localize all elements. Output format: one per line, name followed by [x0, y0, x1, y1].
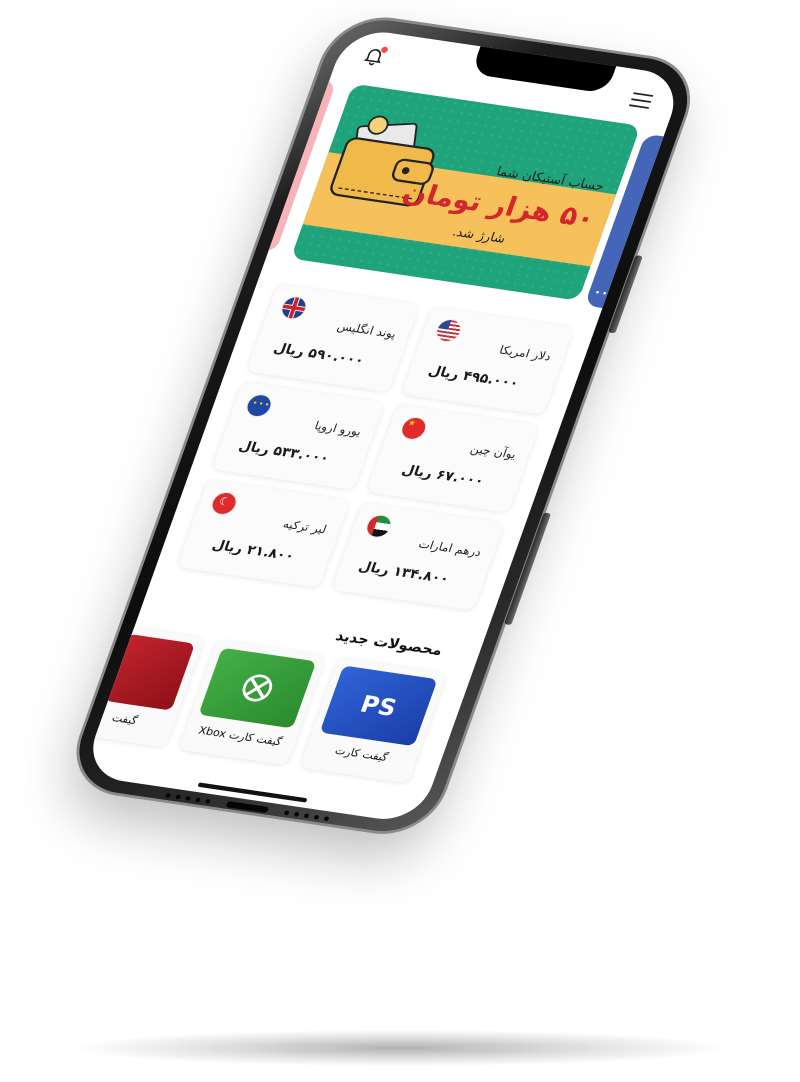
- phone-screen: حساب آستیکان شما ۵۰ هزار تومان شارژ شد. …: [81, 26, 686, 825]
- china-flag-icon: [399, 416, 429, 441]
- currency-card-aed[interactable]: درهم امارات ۱۳۴.۸۰۰ ریال: [331, 502, 505, 611]
- product-label: گیفت: [110, 711, 140, 727]
- currency-grid: دلار امریکا ۴۹۵.۰۰۰ ریال پوند انگلیس ۵۹۰…: [176, 283, 575, 611]
- currency-name: پوند انگلیس: [335, 319, 398, 342]
- currency-price: ۱۳۴.۸۰۰ ریال: [356, 558, 452, 587]
- xbox-card-art: [198, 647, 317, 729]
- currency-name: لیر ترکیه: [281, 517, 329, 538]
- new-products-title: محصولات جدید: [333, 626, 446, 659]
- playstation-card-art: PS: [319, 665, 438, 747]
- product-card-xbox[interactable]: گیفت کارت Xbox: [178, 639, 327, 766]
- charging-port: [225, 801, 270, 814]
- bell-icon[interactable]: [360, 44, 389, 68]
- currency-price: ۵۳۳.۰۰۰ ریال: [236, 437, 332, 467]
- speaker-grille-left: [165, 792, 211, 804]
- currency-price: ۲۱.۸۰۰ ریال: [210, 536, 297, 564]
- currency-price: ۶۷.۰۰۰ ریال: [399, 461, 487, 489]
- home-indicator: [197, 782, 308, 803]
- currency-card-eur[interactable]: یورو اروپا ۵۳۳.۰۰۰ ریال: [211, 381, 385, 490]
- currency-name: دلار امریکا: [497, 343, 553, 365]
- promo-banner[interactable]: حساب آستیکان شما ۵۰ هزار تومان شارژ شد.: [290, 83, 641, 301]
- phone-floor-shadow: [80, 1030, 720, 1066]
- phone-device: حساب آستیکان شما ۵۰ هزار تومان شارژ شد. …: [64, 13, 703, 839]
- currency-card-usd[interactable]: دلار امریکا ۴۹۵.۰۰۰ ریال: [401, 306, 575, 415]
- currency-card-cny[interactable]: یوآن چین ۶۷.۰۰۰ ریال: [366, 404, 540, 513]
- playstation-icon: PS: [357, 690, 401, 721]
- currency-price: ۵۹۰.۰۰۰ ریال: [271, 339, 367, 369]
- currency-name: درهم امارات: [416, 537, 483, 560]
- us-flag-icon: [434, 318, 464, 343]
- currency-card-try[interactable]: لیر ترکیه ۲۱.۸۰۰ ریال: [176, 479, 351, 588]
- svg-text:PS: PS: [357, 690, 401, 721]
- eu-flag-icon: [244, 393, 274, 418]
- currency-price: ۴۹۵.۰۰۰ ریال: [426, 362, 522, 391]
- uk-flag-icon: [279, 295, 309, 320]
- hamburger-menu-icon[interactable]: [628, 92, 654, 109]
- gift-card-icon: [104, 633, 196, 711]
- xbox-icon: [242, 674, 273, 702]
- speaker-grille-right: [283, 810, 330, 822]
- currency-card-gbp[interactable]: پوند انگلیس ۵۹۰.۰۰۰ ریال: [246, 283, 420, 393]
- notification-dot: [380, 46, 389, 54]
- product-card-playstation[interactable]: PS گیفت کارت: [299, 657, 448, 784]
- turkey-flag-icon: [209, 491, 239, 516]
- currency-name: یوآن چین: [468, 442, 518, 462]
- currency-name: یورو اروپا: [312, 419, 364, 440]
- uae-flag-icon: [364, 514, 394, 539]
